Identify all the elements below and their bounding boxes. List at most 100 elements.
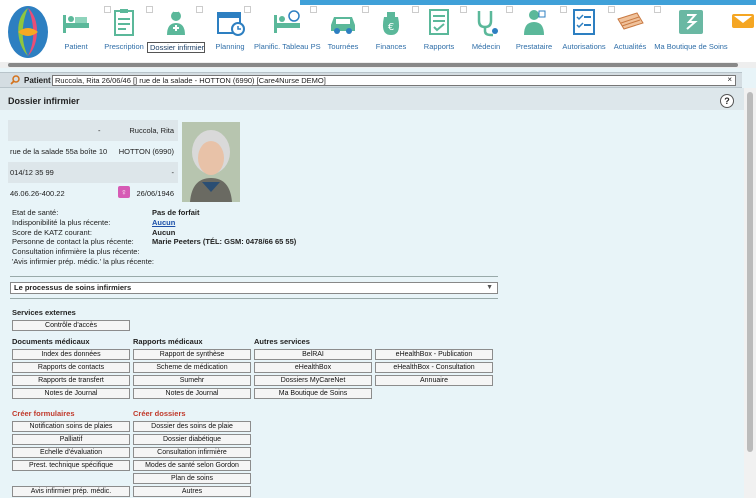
- transfer-reports-button[interactable]: Rapports de transfert: [12, 375, 130, 386]
- nav-ma-boutique[interactable]: Ma Boutique de Soins: [654, 7, 728, 55]
- shop-button[interactable]: Ma Boutique de Soins: [254, 388, 372, 399]
- card-row: rue de la salade 55a boîte 10 HOTTON (69…: [8, 141, 178, 162]
- data-index-button[interactable]: Index des données: [12, 349, 130, 360]
- info-key: Etat de santé:: [12, 208, 59, 217]
- bed-schedule-icon: [274, 10, 300, 33]
- unavailability-link[interactable]: Aucun: [152, 218, 175, 227]
- nav-label: Tournées: [327, 42, 359, 51]
- nav-finances[interactable]: € Finances: [374, 7, 408, 55]
- section-title: Créer formulaires: [12, 409, 75, 418]
- nav-prescription[interactable]: Prescription: [104, 7, 144, 55]
- nav-patient[interactable]: Patient: [60, 7, 92, 55]
- patient-city: HOTTON (6990): [118, 147, 174, 156]
- section-title: Documents médicaux: [12, 337, 90, 346]
- nursing-advice-button[interactable]: Avis infirmier prép. médic.: [12, 486, 130, 497]
- nav-label: Patient: [64, 42, 88, 51]
- patient-card: - Ruccola, Rita rue de la salade 55a boî…: [8, 120, 178, 204]
- contact-reports-button[interactable]: Rapports de contacts: [12, 362, 130, 373]
- technical-service-button[interactable]: Prest. technique spécifique: [12, 460, 130, 471]
- belrai-button[interactable]: BelRAI: [254, 349, 372, 360]
- vertical-scrollbar[interactable]: [744, 88, 756, 498]
- main-content: Dossier infirmier ? - Ruccola, Rita rue …: [0, 88, 744, 498]
- nav-label: Médecin: [471, 42, 501, 51]
- section-title: Services externes: [12, 308, 76, 317]
- journal-notes-button[interactable]: Notes de Journal: [133, 388, 251, 399]
- checklist-icon: [573, 9, 595, 35]
- info-key: Score de KATZ courant:: [12, 228, 92, 237]
- ehealthbox-consultation-button[interactable]: eHealthBox - Consultation: [375, 362, 493, 373]
- calendar-icon: [217, 12, 245, 36]
- evaluation-scale-button[interactable]: Echelle d'évaluation: [12, 447, 130, 458]
- horizontal-scrollbar[interactable]: [0, 62, 756, 68]
- nav-planning[interactable]: Planning: [212, 7, 248, 55]
- search-icon[interactable]: [10, 75, 20, 85]
- scroll-thumb[interactable]: [747, 92, 753, 452]
- window-square: [412, 6, 419, 13]
- info-value: Aucun: [152, 228, 176, 237]
- sumehr-button[interactable]: Sumehr: [133, 375, 251, 386]
- patient-name: Ruccola, Rita: [129, 126, 174, 135]
- ehealthbox-publication-button[interactable]: eHealthBox - Publication: [375, 349, 493, 360]
- card-row: 014/12 35 99 -: [8, 162, 178, 183]
- nav-actualites[interactable]: Actualités: [612, 7, 648, 55]
- nav-tournees[interactable]: Tournées: [326, 7, 360, 55]
- help-icon[interactable]: ?: [720, 94, 734, 108]
- access-control-button[interactable]: Contrôle d'accès: [12, 320, 130, 331]
- gordon-health-modes-button[interactable]: Modes de santé selon Gordon: [133, 460, 251, 471]
- mail-icon[interactable]: [732, 14, 754, 28]
- report-icon: [429, 9, 449, 35]
- page-title: Dossier infirmier: [8, 96, 80, 106]
- summary-report-button[interactable]: Rapport de synthèse: [133, 349, 251, 360]
- clear-icon[interactable]: ×: [727, 75, 732, 84]
- window-square: [506, 6, 513, 13]
- journal-notes-button[interactable]: Notes de Journal: [12, 388, 130, 399]
- top-blue-strip: [300, 0, 756, 5]
- patient-birthdate: 26/06/1946: [136, 189, 174, 198]
- info-key: Indisponibilité la plus récente:: [12, 218, 111, 227]
- newspaper-icon: [617, 12, 644, 30]
- dropdown-label: Le processus de soins infirmiers: [14, 283, 132, 292]
- nav-label: Finances: [375, 42, 407, 51]
- window-square: [460, 6, 467, 13]
- other-button[interactable]: Autres: [133, 486, 251, 497]
- stethoscope-icon: [477, 11, 498, 37]
- palliative-button[interactable]: Palliatif: [12, 434, 130, 445]
- ehealthbox-button[interactable]: eHealthBox: [254, 362, 372, 373]
- nav-medecin[interactable]: Médecin: [470, 7, 502, 55]
- clipboard-icon: [114, 9, 134, 36]
- nurse-icon: [167, 9, 185, 35]
- nav-planific-tableau[interactable]: Planific. Tableau PS: [254, 7, 321, 55]
- patient-bar: Patient Ruccola, Rita 26/06/46 [] rue de…: [0, 72, 742, 88]
- directory-button[interactable]: Annuaire: [375, 375, 493, 386]
- process-dropdown[interactable]: Le processus de soins infirmiers ▼: [10, 282, 498, 294]
- nursing-consultation-button[interactable]: Consultation infirmière: [133, 447, 251, 458]
- card-row: - Ruccola, Rita: [8, 120, 178, 141]
- nav-rapports[interactable]: Rapports: [422, 7, 456, 55]
- nav-dossier-infirmier[interactable]: Dossier infirmier: [147, 7, 205, 55]
- nav-label: Prescription: [104, 42, 144, 51]
- nav-prestataire[interactable]: Prestataire: [514, 7, 554, 55]
- patient-value: Ruccola, Rita 26/06/46 [] rue de la sala…: [55, 76, 326, 85]
- card-row: 46.06.26-400.22 ♀ 26/06/1946: [8, 183, 178, 204]
- care-plan-button[interactable]: Plan de soins: [133, 473, 251, 484]
- wound-care-file-button[interactable]: Dossier des soins de plaie: [133, 421, 251, 432]
- scroll-thumb[interactable]: [8, 63, 738, 67]
- top-toolbar: Patient Prescription Dossier infirmier P…: [0, 0, 756, 68]
- divider: [10, 276, 498, 277]
- nav-label: Rapports: [423, 42, 455, 51]
- patient-niss: 46.06.26-400.22: [10, 189, 65, 198]
- patient-field[interactable]: Ruccola, Rita 26/06/46 [] rue de la sala…: [52, 75, 736, 86]
- patient-photo: [182, 122, 240, 202]
- wound-notification-button[interactable]: Notification soins de plaies: [12, 421, 130, 432]
- mycarenet-button[interactable]: Dossiers MyCareNet: [254, 375, 372, 386]
- diabetic-file-button[interactable]: Dossier diabétique: [133, 434, 251, 445]
- info-key: 'Avis infirmier prép. médic.' la plus ré…: [12, 257, 154, 266]
- nav-label: Prestataire: [515, 42, 553, 51]
- nav-autorisations[interactable]: Autorisations: [562, 7, 606, 55]
- window-square: [362, 6, 369, 13]
- section-title: Créer dossiers: [133, 409, 186, 418]
- info-key: Personne de contact la plus récente:: [12, 237, 134, 246]
- nav-label: Actualités: [613, 42, 647, 51]
- section-title: Autres services: [254, 337, 310, 346]
- medication-scheme-button[interactable]: Scheme de médication: [133, 362, 251, 373]
